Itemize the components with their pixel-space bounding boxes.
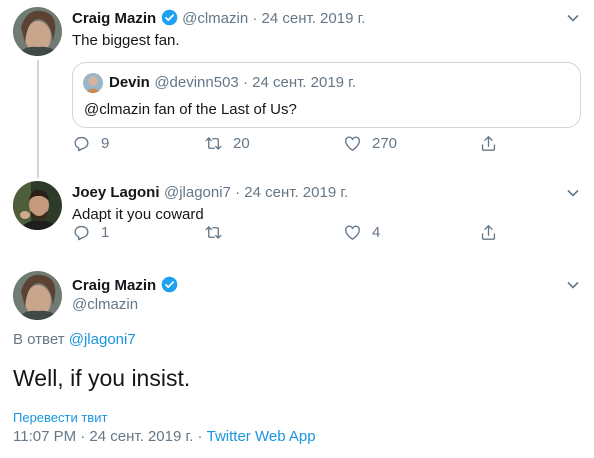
quoted-name: Devin (109, 74, 150, 91)
tweet-header: Craig Mazin @clmazin · 24 сент. 2019 г. (72, 9, 365, 28)
author-name[interactable]: Craig Mazin (72, 277, 156, 294)
retweet-button[interactable]: 20 (204, 134, 250, 153)
chevron-down-icon[interactable] (566, 186, 580, 200)
author-name[interactable]: Joey Lagoni (72, 184, 160, 201)
author-handle[interactable]: @jlagoni7 (164, 184, 231, 201)
reply-count: 1 (101, 223, 110, 241)
retweet-button[interactable] (204, 223, 233, 242)
tweet-timestamp: 11:07 PM · 24 сент. 2019 г. · Twitter We… (13, 428, 316, 445)
avatar[interactable] (13, 181, 62, 230)
translate-link[interactable]: Перевести твит (13, 410, 107, 425)
thread-line (37, 60, 39, 178)
quoted-tweet[interactable]: Devin @devinn503 · 24 сент. 2019 г. @clm… (72, 62, 581, 128)
tweet-date[interactable]: 24 сент. 2019 г. (244, 184, 348, 201)
reply-context: В ответ @jlagoni7 (13, 331, 136, 348)
heart-icon (345, 224, 360, 240)
reply-button[interactable]: 1 (72, 223, 109, 242)
separator: · (230, 184, 245, 201)
retweet-icon (205, 136, 222, 150)
tweet-text: Adapt it you coward (72, 206, 204, 223)
tweet-text: The biggest fan. (72, 32, 180, 49)
share-icon (481, 224, 496, 240)
reply-to-link[interactable]: @jlagoni7 (69, 331, 136, 348)
quoted-date: 24 сент. 2019 г. (252, 74, 356, 91)
separator: · (248, 10, 262, 27)
reply-prefix: В ответ (13, 331, 69, 348)
quoted-handle: @devinn503 (154, 74, 239, 91)
quoted-avatar (83, 73, 103, 93)
tweet-header: Craig Mazin (72, 276, 178, 295)
share-button[interactable] (479, 223, 498, 242)
author-handle[interactable]: @clmazin (72, 296, 138, 313)
share-icon (481, 135, 496, 151)
verified-icon (161, 276, 177, 293)
tweet-time[interactable]: 11:07 PM · 24 сент. 2019 г. · (13, 428, 207, 445)
like-button[interactable]: 270 (343, 134, 397, 153)
chevron-down-icon[interactable] (566, 11, 580, 25)
reply-button[interactable]: 9 (72, 134, 109, 153)
reply-icon (74, 136, 89, 151)
like-button[interactable]: 4 (343, 223, 380, 242)
verified-icon (161, 9, 177, 26)
separator: · (238, 74, 253, 91)
like-count: 4 (372, 223, 381, 241)
quoted-header: Devin @devinn503 · 24 сент. 2019 г. (109, 74, 356, 92)
author-name[interactable]: Craig Mazin (72, 10, 156, 27)
retweet-count: 20 (233, 134, 250, 152)
like-count: 270 (372, 134, 398, 152)
author-handle[interactable]: @clmazin (182, 10, 248, 27)
tweet-header: Joey Lagoni @jlagoni7 · 24 сент. 2019 г. (72, 184, 348, 202)
chevron-down-icon[interactable] (566, 278, 580, 292)
retweet-icon (205, 225, 222, 239)
quoted-text: @clmazin fan of the Last of Us? (84, 101, 297, 118)
avatar[interactable] (13, 7, 62, 56)
avatar[interactable] (13, 271, 62, 320)
tweet-date[interactable]: 24 сент. 2019 г. (262, 10, 366, 27)
heart-icon (345, 135, 360, 151)
reply-icon (74, 225, 89, 240)
source-link[interactable]: Twitter Web App (207, 428, 316, 445)
reply-count: 9 (101, 134, 110, 152)
share-button[interactable] (479, 134, 498, 153)
tweet-text: Well, if you insist. (13, 365, 191, 391)
